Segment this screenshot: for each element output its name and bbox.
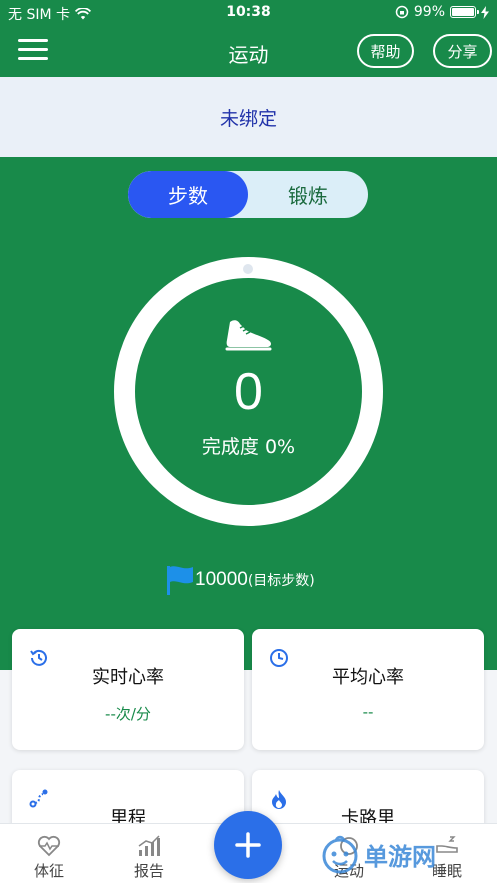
step-count: 0 bbox=[234, 363, 263, 421]
help-button[interactable]: 帮助 bbox=[357, 34, 414, 68]
tab-label: 睡眠 bbox=[431, 862, 462, 880]
bind-status-text: 未绑定 bbox=[219, 107, 277, 130]
tab-vitals[interactable]: 体征 bbox=[14, 824, 84, 883]
sleep-icon bbox=[436, 836, 458, 853]
status-right-group: 99% bbox=[395, 4, 489, 20]
status-bar: 无 SIM 卡 10:38 99% bbox=[0, 0, 497, 26]
card-value: --次/分 bbox=[105, 705, 151, 723]
nav-bar: 运动 帮助 分享 bbox=[0, 26, 497, 77]
heartbeat-icon bbox=[37, 835, 61, 857]
plus-icon bbox=[235, 832, 261, 858]
segment-steps[interactable]: 步数 bbox=[128, 171, 248, 218]
battery-percent: 99% bbox=[413, 4, 445, 20]
tab-label: 报告 bbox=[133, 862, 164, 880]
flag-icon bbox=[167, 566, 193, 595]
card-value: -- bbox=[362, 703, 374, 721]
shoe-icon bbox=[225, 320, 272, 351]
goal-value: 10000 bbox=[195, 569, 248, 590]
battery-icon bbox=[450, 6, 479, 18]
watermark-text: 单游网 bbox=[364, 842, 436, 871]
watermark: 单游网 bbox=[318, 832, 436, 876]
charging-icon bbox=[481, 5, 489, 19]
step-goal[interactable]: 10000 (目标步数) bbox=[165, 563, 315, 597]
card-average-heart-rate[interactable]: 平均心率 -- bbox=[252, 629, 484, 750]
tab-report[interactable]: 报告 bbox=[114, 824, 184, 883]
bar-chart-icon bbox=[138, 835, 160, 856]
add-button[interactable] bbox=[214, 811, 282, 879]
completion-text: 完成度 0% bbox=[201, 436, 296, 458]
mode-segment-control: 步数 锻炼 bbox=[128, 171, 368, 218]
page-title: 运动 bbox=[228, 43, 269, 67]
goal-unit: (目标步数) bbox=[247, 573, 315, 589]
segment-exercise[interactable]: 锻炼 bbox=[248, 171, 368, 218]
device-bind-bar[interactable]: 未绑定 bbox=[0, 77, 497, 157]
progress-ring-marker bbox=[243, 264, 253, 274]
card-title: 实时心率 bbox=[92, 667, 164, 688]
share-button[interactable]: 分享 bbox=[433, 34, 492, 68]
card-title: 平均心率 bbox=[332, 667, 404, 688]
card-realtime-heart-rate[interactable]: 实时心率 --次/分 bbox=[12, 629, 244, 750]
rotation-lock-icon bbox=[395, 5, 409, 19]
tab-label: 体征 bbox=[33, 862, 64, 880]
watermark-logo-icon bbox=[322, 835, 358, 874]
